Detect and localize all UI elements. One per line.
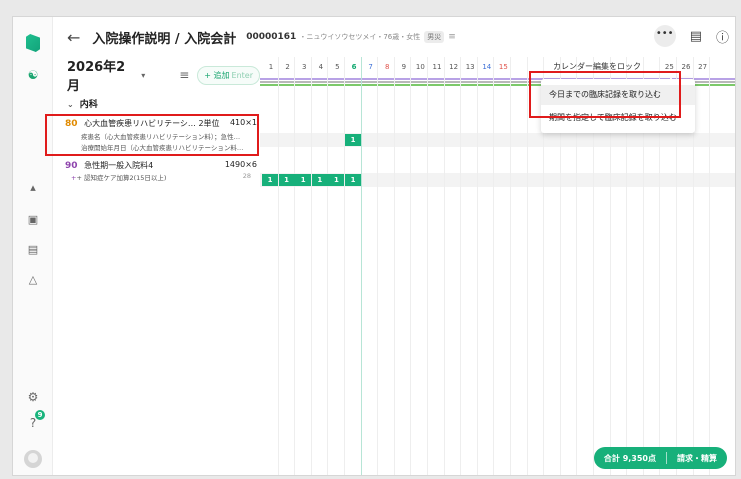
calendar-toolbar: 2026年2月 ▾ ≡ + 追加 Enter (53, 60, 260, 94)
day-column-line (427, 57, 428, 475)
day-number[interactable]: 7 (362, 63, 380, 71)
info-icon[interactable]: ⓘ (716, 27, 729, 46)
day-number[interactable]: 2 (279, 63, 297, 71)
item-name: 急性期一般入院料4 (84, 161, 154, 170)
calendar-cell[interactable]: 1 (345, 174, 361, 186)
app-window: ☯ ▴ ▣ ▤ △ ⚙ ? 9 ← 入院操作説明 / 入院会計 00000161… (12, 16, 736, 476)
back-arrow-icon[interactable]: ← (67, 28, 80, 47)
memo-icon[interactable]: ≡ (448, 32, 456, 42)
highlight-box (45, 114, 259, 156)
clipboard-icon[interactable]: ▤ (690, 29, 702, 44)
sub-item-points: 28 (242, 172, 251, 180)
add-button-label: + 追加 (204, 70, 230, 80)
day-number[interactable]: 26 (677, 63, 695, 71)
item-score: 90 (65, 161, 78, 171)
left-rail: ☯ ▴ ▣ ▤ △ ⚙ ? 9 (13, 17, 53, 475)
day-column-line (493, 57, 495, 475)
day-column-line (310, 57, 312, 475)
day-column-line (294, 57, 296, 475)
calendar-cell[interactable]: 1 (262, 174, 278, 186)
settings-icon[interactable]: ⚙ (23, 387, 43, 407)
total-points: 合計 9,350点 (603, 453, 656, 463)
calendar-cell[interactable]: 1 (295, 174, 312, 186)
document-icon[interactable]: ▤ (23, 239, 43, 259)
list-item[interactable]: 90 急性期一般入院料4 1490×6 (65, 160, 261, 171)
bell-icon[interactable]: △ (23, 269, 43, 289)
day-number[interactable]: 6 (345, 63, 363, 71)
day-column-line (277, 57, 279, 475)
day-column-line (526, 57, 528, 475)
total-bar[interactable]: 合計 9,350点 請求・精算 (593, 447, 727, 469)
day-column-line (510, 57, 511, 475)
help-icon[interactable]: ? 9 (23, 410, 45, 433)
chevron-down-icon[interactable]: ▾ (141, 71, 145, 80)
calendar-cell[interactable]: 1 (345, 134, 361, 146)
day-number[interactable]: 15 (494, 63, 512, 71)
calendar-cell[interactable]: 1 (328, 174, 345, 186)
billing-button[interactable]: 請求・精算 (667, 453, 727, 464)
highlight-box (529, 71, 681, 118)
day-number[interactable]: 12 (445, 63, 463, 71)
app-logo-icon[interactable] (23, 33, 43, 53)
calendar-cell[interactable]: 1 (278, 174, 295, 186)
day-column-line (460, 57, 462, 475)
day-number[interactable]: 5 (328, 63, 346, 71)
department-label: 内科 (79, 100, 98, 110)
day-number[interactable]: 27 (694, 63, 712, 71)
page-title: 入院操作説明 / 入院会計 (92, 31, 237, 47)
day-number[interactable]: 13 (461, 63, 479, 71)
day-number[interactable]: 1 (262, 63, 280, 71)
home-icon[interactable]: ▴ (23, 177, 43, 197)
day-column-line (360, 57, 362, 475)
filter-icon[interactable]: ≡ (179, 68, 189, 82)
bed-icon[interactable]: ▣ (23, 209, 43, 229)
day-number[interactable]: 14 (478, 63, 496, 71)
add-button[interactable]: + 追加 Enter (197, 65, 260, 85)
day-number[interactable]: 8 (378, 63, 396, 71)
chevron-down-icon: ⌄ (67, 100, 74, 109)
patient-id: 00000161 (246, 32, 297, 42)
day-column-line (443, 57, 445, 475)
day-column-line (476, 57, 478, 475)
item-detail: ++ 認知症ケア加算2(15日以上) 28 (71, 172, 253, 182)
day-column-line (377, 57, 379, 475)
item-points: 1490×6 (224, 160, 257, 169)
sub-item-name: + 認知症ケア加算2(15日以上) (76, 174, 167, 182)
user-avatar[interactable] (23, 449, 43, 469)
day-column-line (327, 57, 329, 475)
day-number[interactable]: 10 (411, 63, 429, 71)
notification-badge: 9 (35, 410, 45, 420)
department-header[interactable]: ⌄ 内科 (67, 97, 98, 110)
page-header: ← 入院操作説明 / 入院会計 00000161 ・ニュウイソウセツメイ・76歳… (53, 17, 735, 57)
day-number[interactable]: 4 (312, 63, 330, 71)
day-column-line (344, 57, 345, 475)
day-column-line (410, 57, 412, 475)
calendar-cell[interactable]: 1 (311, 174, 328, 186)
patients-icon[interactable]: ☯ (23, 65, 43, 85)
add-shortcut-hint: Enter (231, 70, 253, 80)
day-column-line (709, 57, 711, 475)
patient-info: ・ニュウイソウセツメイ・76歳・女性 (299, 33, 421, 41)
day-column-line (393, 57, 395, 475)
more-options-button[interactable]: ••• (653, 25, 676, 47)
row-highlight (260, 133, 735, 147)
day-number[interactable]: 3 (295, 63, 313, 71)
day-number[interactable]: 25 (660, 63, 678, 71)
day-number[interactable]: 9 (395, 63, 413, 71)
day-number[interactable]: 11 (428, 63, 446, 71)
month-selector[interactable]: 2026年2月 (67, 56, 137, 94)
patient-tag: 男災 (424, 31, 445, 43)
